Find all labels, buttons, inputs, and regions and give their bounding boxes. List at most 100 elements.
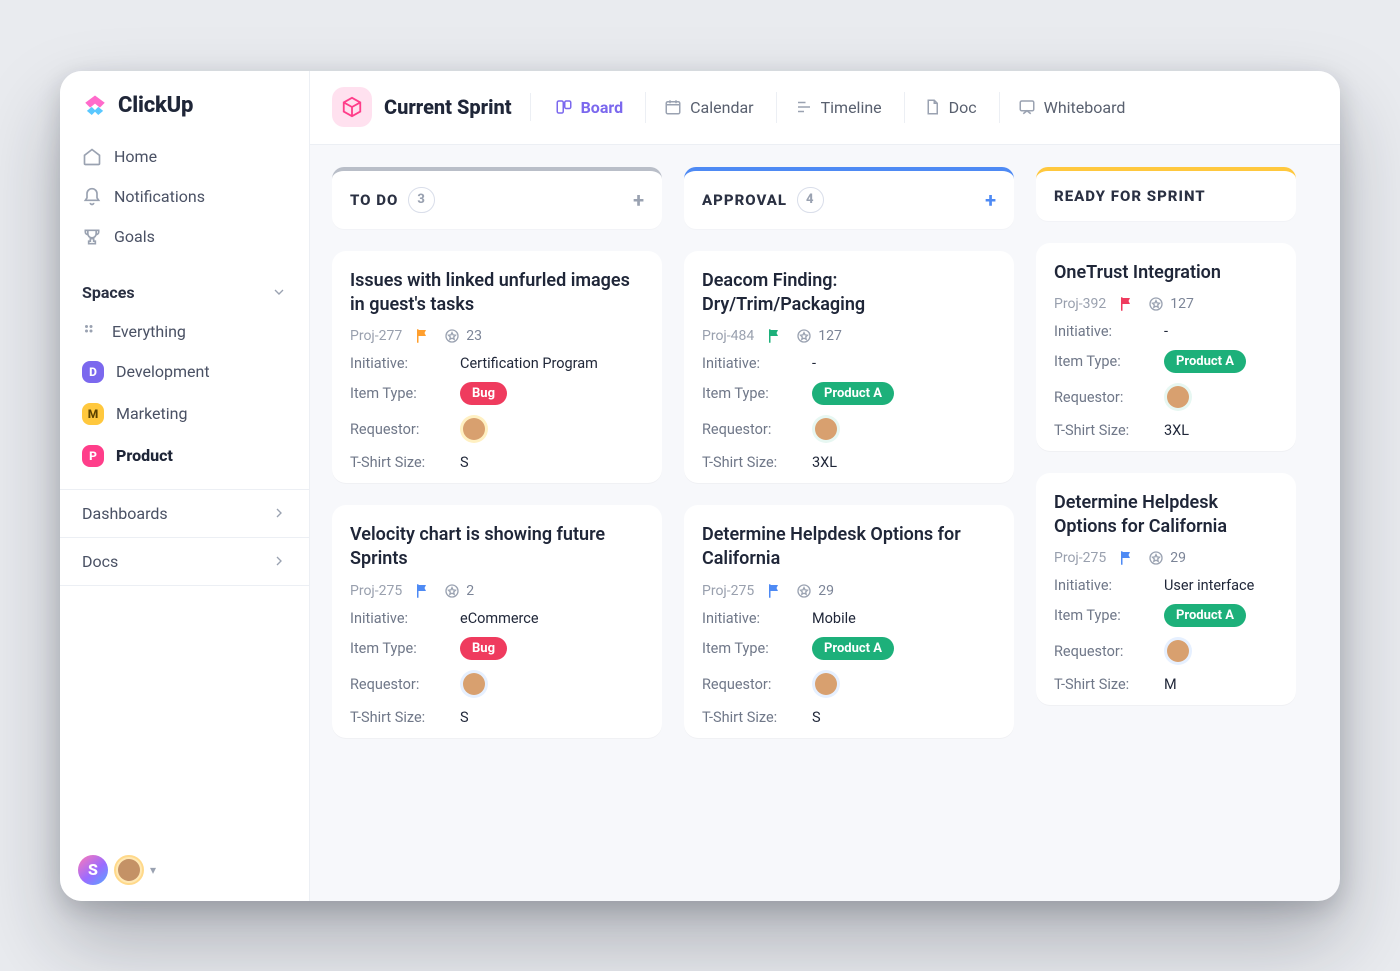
task-title: Velocity chart is showing future Sprints: [350, 523, 644, 572]
grid-icon: [82, 322, 100, 340]
space-marketing[interactable]: M Marketing: [70, 393, 299, 435]
field-value-item-type: Bug: [460, 637, 644, 660]
field-value-item-type: Product A: [1164, 350, 1278, 373]
nav-home-label: Home: [114, 147, 157, 166]
column-title: READY FOR SPRINT: [1054, 187, 1206, 205]
spaces-everything[interactable]: Everything: [70, 312, 299, 351]
field-label: Item Type:: [702, 640, 812, 657]
tab-label: Timeline: [821, 98, 882, 117]
tab-calendar[interactable]: Calendar: [645, 92, 757, 123]
field-value-item-type: Product A: [812, 382, 996, 405]
field-value-initiative: Certification Program: [460, 355, 644, 372]
sidebar: ClickUp Home Notifications Goals: [60, 71, 310, 901]
task-card[interactable]: Deacom Finding: Dry/Trim/Packaging Proj-…: [684, 251, 1014, 484]
field-label: Initiative:: [702, 355, 812, 372]
sidebar-dashboards[interactable]: Dashboards: [60, 490, 309, 538]
column-header: TO DO3 +: [332, 167, 662, 229]
board-column-ready: READY FOR SPRINT OneTrust Integration Pr…: [1036, 167, 1296, 879]
task-card[interactable]: OneTrust Integration Proj-392 127 Initia…: [1036, 243, 1296, 451]
field-value-initiative: eCommerce: [460, 610, 644, 627]
task-meta: Proj-392 127: [1054, 295, 1278, 313]
field-label: T-Shirt Size:: [350, 454, 460, 471]
sprint-points: 2: [444, 583, 474, 599]
sprint-points: 29: [1148, 550, 1186, 566]
field-label: Item Type:: [1054, 607, 1164, 624]
field-label: T-Shirt Size:: [1054, 422, 1164, 439]
field-value-size: S: [812, 709, 996, 726]
field-value-size: S: [460, 454, 644, 471]
add-card-button[interactable]: +: [633, 188, 644, 212]
field-label: Requestor:: [350, 676, 460, 693]
field-label: Initiative:: [1054, 323, 1164, 340]
field-label: Requestor:: [702, 676, 812, 693]
add-card-button[interactable]: +: [985, 188, 996, 212]
doc-icon: [923, 98, 941, 116]
field-label: Item Type:: [1054, 353, 1164, 370]
nav-home[interactable]: Home: [70, 137, 299, 177]
whiteboard-icon: [1018, 98, 1036, 116]
field-label: Item Type:: [702, 385, 812, 402]
spaces-header[interactable]: Spaces: [60, 267, 309, 310]
space-chip: D: [82, 361, 104, 383]
field-value-requestor: [1164, 637, 1278, 666]
board-icon: [555, 98, 573, 116]
avatar: [1164, 383, 1192, 411]
task-card[interactable]: Determine Helpdesk Options for Californi…: [684, 505, 1014, 738]
priority-flag-icon: [1118, 295, 1136, 313]
avatar: [812, 415, 840, 443]
tab-label: Board: [581, 98, 624, 117]
priority-flag-icon: [414, 582, 432, 600]
space-chip: P: [82, 445, 104, 467]
field-value-size: 3XL: [1164, 422, 1278, 439]
space-development[interactable]: D Development: [70, 351, 299, 393]
field-value-requestor: [1164, 383, 1278, 412]
nav-goals[interactable]: Goals: [70, 217, 299, 257]
profile-avatar-photo: [114, 855, 144, 885]
field-value-size: S: [460, 709, 644, 726]
tab-label: Doc: [949, 98, 977, 117]
home-icon: [82, 147, 102, 167]
task-meta: Proj-277 23: [350, 327, 644, 345]
project-code: Proj-392: [1054, 296, 1106, 312]
field-label: T-Shirt Size:: [350, 709, 460, 726]
column-title: TO DO3: [350, 187, 435, 213]
brand-mark-icon: [82, 93, 108, 119]
tab-board[interactable]: Board: [555, 92, 628, 123]
field-label: T-Shirt Size:: [702, 454, 812, 471]
tab-doc[interactable]: Doc: [904, 92, 981, 123]
tab-whiteboard[interactable]: Whiteboard: [999, 92, 1130, 123]
field-label: Item Type:: [350, 385, 460, 402]
brand-logo[interactable]: ClickUp: [60, 71, 309, 133]
task-title: Issues with linked unfurled images in gu…: [350, 269, 644, 318]
cube-icon: [332, 87, 372, 127]
project-code: Proj-484: [702, 328, 754, 344]
task-meta: Proj-275 29: [702, 582, 996, 600]
nav-notifications-label: Notifications: [114, 187, 205, 206]
timeline-icon: [795, 98, 813, 116]
sprint-points: 127: [796, 328, 842, 344]
board[interactable]: TO DO3 + Issues with linked unfurled ima…: [310, 145, 1340, 901]
chevron-down-icon: [271, 284, 287, 300]
sidebar-docs[interactable]: Docs: [60, 538, 309, 586]
profile-switcher[interactable]: S ▾: [78, 855, 156, 885]
task-card[interactable]: Issues with linked unfurled images in gu…: [332, 251, 662, 484]
field-value-initiative: User interface: [1164, 577, 1278, 594]
tab-timeline[interactable]: Timeline: [776, 92, 886, 123]
project-code: Proj-277: [350, 328, 402, 344]
avatar: [812, 670, 840, 698]
field-value-requestor: [812, 415, 996, 444]
app-window: ClickUp Home Notifications Goals: [60, 71, 1340, 901]
task-title: Deacom Finding: Dry/Trim/Packaging: [702, 269, 996, 318]
space-product[interactable]: P Product: [70, 435, 299, 477]
space-label: Development: [116, 362, 210, 381]
task-card[interactable]: Determine Helpdesk Options for Californi…: [1036, 473, 1296, 706]
nav-notifications[interactable]: Notifications: [70, 177, 299, 217]
field-label: Initiative:: [350, 610, 460, 627]
task-meta: Proj-275 29: [1054, 549, 1278, 567]
project-code: Proj-275: [1054, 550, 1106, 566]
field-label: Requestor:: [1054, 643, 1164, 660]
field-label: Initiative:: [702, 610, 812, 627]
field-label: Initiative:: [350, 355, 460, 372]
task-card[interactable]: Velocity chart is showing future Sprints…: [332, 505, 662, 738]
space-label: Product: [116, 446, 173, 465]
